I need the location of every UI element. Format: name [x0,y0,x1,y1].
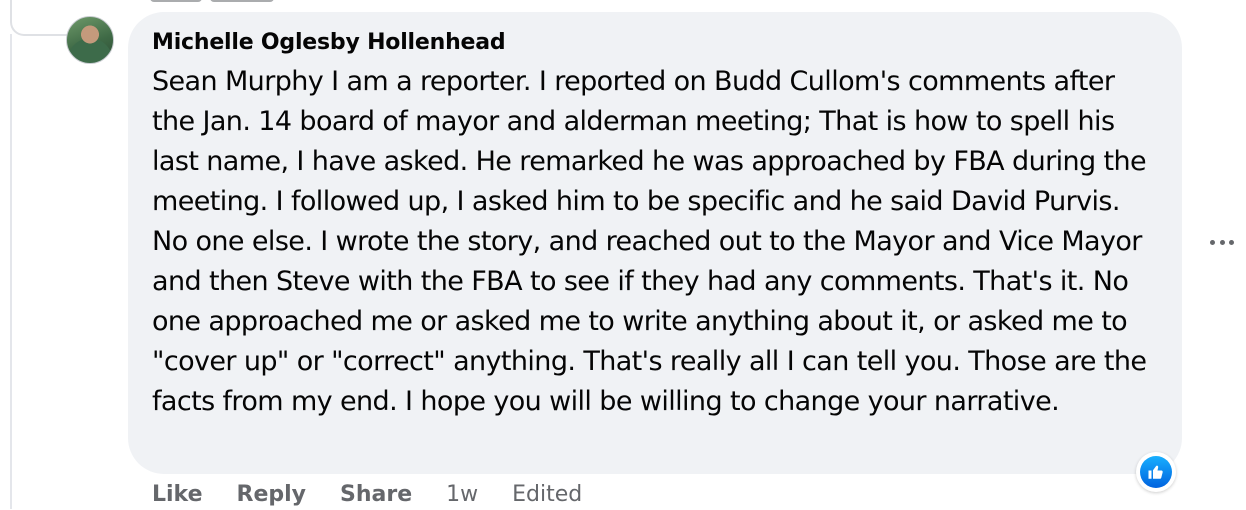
avatar[interactable] [66,16,114,64]
comment-author[interactable]: Michelle Oglesby Hollenhead [152,28,1158,58]
comment-bubble: Michelle Oglesby Hollenhead Sean Murphy … [128,12,1182,474]
more-options-icon[interactable] [1206,232,1238,252]
comment-actions: Like Reply Share 1w Edited [152,478,616,510]
reply-button[interactable]: Reply [237,482,307,507]
comment-timestamp[interactable]: 1w [446,482,478,507]
like-button[interactable]: Like [152,482,203,507]
previous-comment-actions-cutoff [150,0,310,3]
edited-label[interactable]: Edited [512,482,582,507]
like-icon [1140,456,1172,488]
comment-text: Sean Murphy I am a reporter. I reported … [152,66,1147,417]
thread-connector [10,0,68,36]
thread-line [10,34,12,509]
reaction-count-badge[interactable] [1136,452,1176,492]
share-button[interactable]: Share [340,482,412,507]
